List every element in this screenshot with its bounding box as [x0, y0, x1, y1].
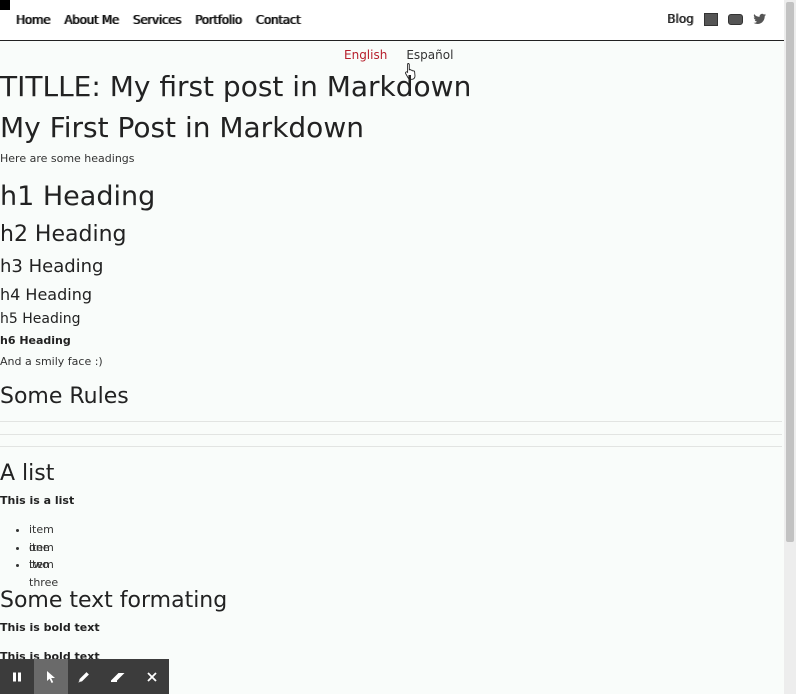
h6-heading: h6 Heading: [0, 334, 71, 347]
pen-icon: [78, 671, 90, 682]
lang-english-link[interactable]: English: [344, 48, 387, 62]
horizontal-rule: [0, 434, 782, 435]
close-button[interactable]: [135, 659, 169, 694]
rules-heading: Some Rules: [0, 384, 129, 409]
nav-link-portfolio[interactable]: Portfolio: [195, 13, 242, 27]
intro-text: Here are some headings: [0, 152, 135, 165]
nav-right: Blog: [667, 12, 767, 26]
h4-heading: h4 Heading: [0, 285, 92, 304]
pause-button[interactable]: [0, 659, 34, 694]
eraser-button[interactable]: [101, 659, 135, 694]
twitter-icon[interactable]: [752, 13, 767, 25]
horizontal-rule: [0, 446, 782, 447]
h5-heading: h5 Heading: [0, 311, 81, 327]
pointer-icon: [46, 670, 55, 683]
nav-link-home[interactable]: Home: [16, 13, 51, 27]
post-title-line: TITLLE: My first post in Markdown: [0, 70, 472, 103]
eraser-icon: [111, 672, 125, 682]
horizontal-rule: [0, 421, 782, 422]
page-scrollbar[interactable]: [784, 0, 796, 694]
close-icon: [147, 671, 157, 682]
h1-heading: h1 Heading: [0, 181, 156, 212]
language-switcher: English Español: [344, 48, 453, 62]
post-heading: My First Post in Markdown: [0, 111, 364, 144]
h2-heading: h2 Heading: [0, 222, 127, 247]
smiley-text: And a smily face :): [0, 355, 103, 368]
nav-link-services[interactable]: Services: [133, 13, 182, 27]
list-item: item two: [29, 539, 58, 572]
list-item: item one: [29, 521, 58, 554]
youtube-icon[interactable]: [727, 13, 743, 25]
formatting-heading: Some text formating: [0, 588, 228, 613]
bullet-list: item one item two item three: [0, 521, 58, 589]
nav-link-contact[interactable]: Contact: [256, 13, 301, 27]
top-navbar: Home About Me Services Portfolio Contact…: [0, 0, 784, 41]
annotation-toolbar: [0, 659, 169, 694]
h3-heading: h3 Heading: [0, 256, 104, 277]
lang-spanish-link[interactable]: Español: [406, 48, 453, 62]
list-item: item three: [29, 556, 58, 589]
pause-icon: [12, 672, 21, 681]
bold-text: This is bold text: [0, 621, 100, 634]
nav-link-about[interactable]: About Me: [64, 13, 119, 27]
nav-links: Home About Me Services Portfolio Contact: [16, 13, 301, 27]
pen-button[interactable]: [68, 659, 102, 694]
nav-link-blog[interactable]: Blog: [667, 12, 694, 26]
list-heading: A list: [0, 461, 55, 486]
list-intro: This is a list: [0, 494, 75, 507]
pointer-button[interactable]: [33, 659, 68, 694]
scrollbar-thumb[interactable]: [786, 2, 794, 542]
square-icon[interactable]: [703, 12, 718, 26]
corner-marker: [0, 0, 10, 10]
